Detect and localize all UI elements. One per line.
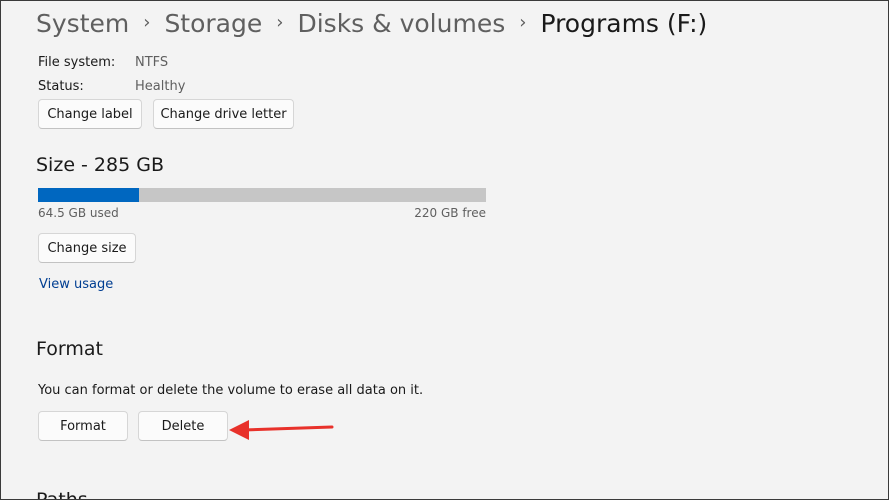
change-drive-letter-button[interactable]: Change drive letter: [153, 99, 294, 129]
used-space-label: 64.5 GB used: [38, 206, 119, 220]
file-system-value: NTFS: [135, 54, 169, 70]
paths-heading: Paths: [36, 489, 88, 500]
delete-button[interactable]: Delete: [138, 411, 228, 441]
change-label-button[interactable]: Change label: [38, 99, 142, 129]
status-row: Status: Healthy: [38, 74, 185, 98]
page-title: Programs (F:): [540, 8, 708, 38]
chevron-right-icon: ›: [276, 11, 284, 33]
storage-usage-bar: [38, 188, 486, 202]
chevron-right-icon: ›: [143, 11, 151, 33]
storage-usage-bar-used: [38, 188, 140, 202]
size-heading: Size - 285 GB: [36, 154, 164, 176]
status-label: Status:: [38, 78, 84, 94]
arrow-left-icon: [229, 420, 334, 440]
volume-properties: File system: NTFS Status: Healthy: [38, 50, 185, 98]
breadcrumb-item-disks-volumes[interactable]: Disks & volumes: [297, 9, 505, 38]
format-heading: Format: [36, 338, 103, 360]
status-value: Healthy: [135, 78, 186, 94]
free-space-label: 220 GB free: [414, 206, 486, 220]
format-description: You can format or delete the volume to e…: [38, 383, 424, 398]
settings-window: System › Storage › Disks & volumes › Pro…: [0, 0, 889, 500]
file-system-label: File system:: [38, 54, 116, 70]
chevron-right-icon: ›: [519, 11, 527, 33]
breadcrumb-item-system[interactable]: System: [36, 9, 129, 38]
change-size-button[interactable]: Change size: [38, 233, 136, 263]
file-system-row: File system: NTFS: [38, 50, 185, 74]
breadcrumb-item-storage[interactable]: Storage: [164, 9, 262, 38]
breadcrumb: System › Storage › Disks & volumes › Pro…: [36, 3, 707, 43]
format-button[interactable]: Format: [38, 411, 128, 441]
view-usage-link[interactable]: View usage: [39, 277, 113, 292]
